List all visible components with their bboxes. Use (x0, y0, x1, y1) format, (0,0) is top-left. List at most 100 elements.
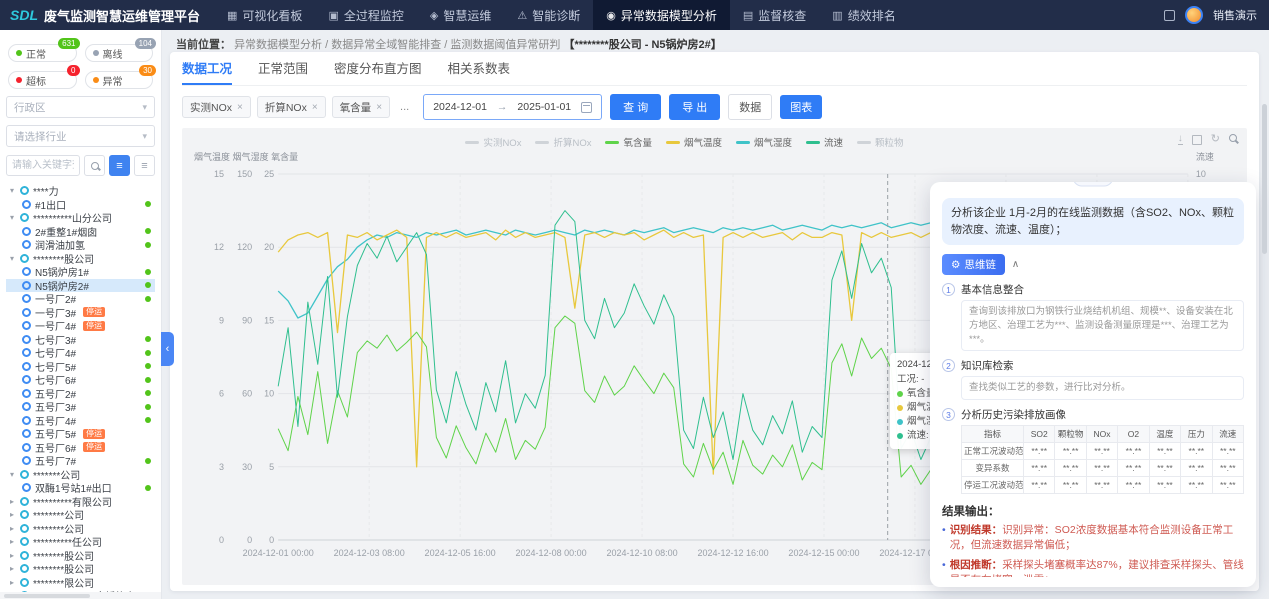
date-end[interactable]: 2025-01-01 (517, 101, 571, 113)
legend-item[interactable]: 氧含量 (605, 135, 652, 149)
tree-group[interactable]: ▸********公司 (6, 522, 155, 536)
scrollbar-thumb[interactable] (4, 594, 90, 598)
nav-item-supervision[interactable]: ▤监督核查 (730, 0, 819, 30)
tooltip-series-dot (897, 433, 903, 439)
vertical-scrollbar[interactable] (1262, 34, 1268, 595)
diagnosis-icon: ⚠ (517, 9, 527, 22)
nav-item-monitor[interactable]: ▣全过程监控 (315, 0, 416, 30)
filter-chip[interactable]: 折算NOx× (257, 96, 326, 118)
status-indicator (145, 485, 151, 491)
tree-item[interactable]: 一号厂4#停运 (6, 319, 155, 333)
sidebar-collapse-handle[interactable]: ‹ (161, 332, 174, 366)
status-filter[interactable]: 超标0 (8, 71, 77, 89)
legend-item[interactable]: 折算NOx (535, 135, 591, 149)
tree-group[interactable]: ▸********股公司 (6, 549, 155, 563)
export-button[interactable]: 导 出 (669, 94, 720, 120)
tree-group[interactable]: ▸**********任公司 (6, 535, 155, 549)
legend-label: 颗粒物 (875, 135, 904, 149)
zoom-icon[interactable] (1229, 134, 1237, 142)
tree-item[interactable]: 五号厂2# (6, 387, 155, 401)
tree-item[interactable]: 2#重整1#烟囱 (6, 225, 155, 239)
tree-group[interactable]: ▾****力 (6, 184, 155, 198)
tab-密度分布直方图[interactable]: 密度分布直方图 (334, 52, 422, 85)
status-filter[interactable]: 正常631 (8, 44, 77, 62)
arrow-right-icon: → (497, 101, 508, 113)
chart-view-button[interactable]: 图表 (780, 95, 822, 119)
search-button[interactable] (84, 155, 105, 176)
tree-item[interactable]: 一号厂3#停运 (6, 306, 155, 320)
tree-item[interactable]: 七号厂5# (6, 360, 155, 374)
tree-item[interactable]: 五号厂6#停运 (6, 441, 155, 455)
status-filters: 正常631 离线104 超标0 异常30 (8, 44, 153, 89)
tree-item[interactable]: 五号厂5#停运 (6, 427, 155, 441)
fullscreen-icon[interactable] (1164, 10, 1175, 21)
date-start[interactable]: 2024-12-01 (433, 101, 487, 113)
filter-chip[interactable]: 实测NOx× (182, 96, 251, 118)
tree-group[interactable]: ▾**********山分公司 (6, 211, 155, 225)
legend-item[interactable]: 颗粒物 (857, 135, 904, 149)
nav-item-model-analysis[interactable]: ◉异常数据模型分析 (593, 0, 730, 30)
status-filter[interactable]: 异常30 (85, 71, 154, 89)
legend-item[interactable]: 烟气湿度 (736, 135, 792, 149)
nav-item-label: 监督核查 (758, 7, 806, 24)
tree-item[interactable]: #1出口 (6, 198, 155, 212)
tree-group[interactable]: ▸********限公司 (6, 576, 155, 590)
restore-icon[interactable]: ↻ (1211, 134, 1220, 145)
nav-item-diagnosis[interactable]: ⚠智能诊断 (504, 0, 593, 30)
close-icon[interactable]: × (312, 102, 318, 113)
legend-item[interactable]: 流速 (806, 135, 843, 149)
tree-item[interactable]: 五号厂3# (6, 400, 155, 414)
view-toggle-list[interactable]: ≡ (109, 155, 130, 176)
tree-item[interactable]: 七号厂6# (6, 373, 155, 387)
tree-item[interactable]: 一号厂2# (6, 292, 155, 306)
tree-item[interactable]: N5锅炉房1# (6, 265, 155, 279)
tab-正常范围[interactable]: 正常范围 (258, 52, 308, 85)
tab-数据工况[interactable]: 数据工况 (182, 52, 232, 85)
tree-item[interactable]: N5锅炉房2# (6, 279, 155, 293)
tree-item[interactable]: 润滑油加氢 (6, 238, 155, 252)
tree-item[interactable]: 七号厂4# (6, 346, 155, 360)
legend-label: 流速 (824, 135, 843, 149)
close-icon[interactable]: × (376, 102, 382, 113)
tree-group[interactable]: ▾********股公司 (6, 252, 155, 266)
thought-chain-chip[interactable]: ⚙ 思维链 (942, 254, 1005, 275)
nav-item-performance[interactable]: ▥绩效排名 (819, 0, 908, 30)
svg-text:5: 5 (269, 462, 274, 472)
thought-chain-label: 思维链 (964, 257, 996, 272)
nav-item-ops[interactable]: ◈智慧运维 (417, 0, 504, 30)
close-icon[interactable]: × (237, 102, 243, 113)
collapse-caret-icon[interactable]: ∧ (1012, 259, 1019, 270)
table-cell: **.** (1118, 477, 1149, 494)
avatar[interactable] (1185, 6, 1203, 24)
industry-select[interactable]: 请选择行业 ▾ (6, 125, 155, 147)
search-input[interactable] (6, 155, 80, 176)
tree-group[interactable]: ▸********公司 (6, 508, 155, 522)
tree-item[interactable]: 七号厂3# (6, 333, 155, 347)
tree-group[interactable]: ▸**********有限公司 (6, 495, 155, 509)
filter-chip[interactable]: 氧含量× (332, 96, 390, 118)
legend-marker (465, 141, 479, 144)
query-button[interactable]: 查 询 (610, 94, 661, 120)
tab-相关系数表[interactable]: 相关系数表 (448, 52, 511, 85)
legend-item[interactable]: 烟气温度 (666, 135, 722, 149)
filter-overflow[interactable]: ... (398, 101, 411, 113)
tree-item[interactable]: 五号厂4# (6, 414, 155, 428)
data-view-icon[interactable] (1192, 135, 1202, 145)
tree-item[interactable]: 双酶1号站1#出口 (6, 481, 155, 495)
toolbar: 实测NOx× 折算NOx× 氧含量× ... 2024-12-01 → 2025-0… (182, 86, 1247, 128)
view-toggle-tree[interactable]: ≡ (134, 155, 155, 176)
tree-item[interactable]: 五号厂7# (6, 454, 155, 468)
region-select[interactable]: 行政区 ▾ (6, 96, 155, 118)
horizontal-scrollbar[interactable] (0, 592, 162, 599)
scrollbar-thumb[interactable] (1262, 104, 1267, 254)
legend-item[interactable]: 实测NOx (465, 135, 521, 149)
tree-group[interactable]: ▾*******公司 (6, 468, 155, 482)
date-range-picker[interactable]: 2024-12-01 → 2025-01-01 (423, 94, 602, 120)
status-indicator (145, 350, 151, 356)
tree-group[interactable]: ▸********股公司 (6, 562, 155, 576)
save-image-icon[interactable]: ↓ (1178, 134, 1183, 145)
table-cell: **.** (1181, 477, 1212, 494)
data-view-button[interactable]: 数据 (728, 94, 772, 120)
nav-item-kanban[interactable]: ▦可视化看板 (214, 0, 315, 30)
status-filter[interactable]: 离线104 (85, 44, 154, 62)
